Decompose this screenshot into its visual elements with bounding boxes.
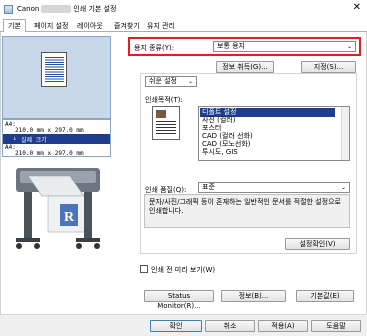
media-type-label: 용지 종류(Y): bbox=[134, 44, 175, 52]
print-quality-select[interactable]: 표준 ⌄ bbox=[198, 182, 350, 193]
scaling-arrow-icon: ↓ bbox=[13, 135, 17, 142]
redacted-model-name bbox=[41, 5, 72, 13]
document-thumbnail-icon bbox=[152, 106, 180, 140]
close-icon[interactable]: ✕ bbox=[353, 3, 361, 13]
get-info-button[interactable]: 정보 취득(G)... bbox=[216, 61, 274, 73]
status-monitor-button[interactable]: Status Monitor(R)... bbox=[144, 290, 214, 310]
svg-text:R: R bbox=[64, 210, 75, 225]
tab-maintenance[interactable]: 유지 관리 bbox=[143, 20, 179, 32]
media-type-select[interactable]: 보통 용지 ⌄ bbox=[213, 41, 356, 52]
paper-size-info: A4: 210.0 mm x 297.0 mm ↓ 실제 크기 A4: 210.… bbox=[2, 119, 111, 157]
printer-illustration: R bbox=[16, 168, 100, 249]
size-dimensions: 210.0 mm x 297.0 mm bbox=[15, 127, 84, 134]
printer-app-icon bbox=[4, 4, 13, 14]
media-type-value: 보통 용지 bbox=[217, 42, 245, 50]
media-settings-button[interactable]: 지정(S)... bbox=[301, 61, 356, 73]
list-item[interactable]: 투시도, GIS bbox=[202, 148, 238, 157]
ok-button[interactable]: 확인 bbox=[150, 320, 202, 332]
print-target-label: 인쇄목적(T): bbox=[145, 96, 183, 104]
preview-checkbox[interactable] bbox=[140, 265, 148, 273]
paper-preview-icon bbox=[41, 52, 67, 87]
preview-checkbox-label: 인쇄 전 미리 보기(W) bbox=[151, 266, 216, 274]
apply-button[interactable]: 적용(A) bbox=[258, 320, 308, 332]
mode-select[interactable]: 쉬운 설정 ⌄ bbox=[145, 76, 197, 87]
chevron-down-icon: ⌄ bbox=[187, 78, 193, 85]
scaling-label: 실제 크기 bbox=[21, 137, 47, 144]
scaling-row: ↓ 실제 크기 bbox=[3, 134, 110, 144]
defaults-button[interactable]: 기본값(E) bbox=[296, 290, 354, 302]
window-title: 인쇄 기본 설정 bbox=[73, 5, 117, 13]
dialog-button-bar: 확인 취소 적용(A) 도움말 bbox=[0, 314, 367, 336]
info-button[interactable]: 정보(B)... bbox=[221, 290, 286, 302]
tab-strip: 기본 페이지 설정 레이아웃 즐겨찾기 유지 관리 bbox=[0, 19, 367, 33]
print-quality-value: 표준 bbox=[202, 183, 215, 191]
tab-favorites[interactable]: 즐겨찾기 bbox=[110, 20, 144, 32]
settings-check-button[interactable]: 설정확인(V) bbox=[285, 238, 350, 250]
output-size-dimensions: 210.0 mm x 297.0 mm bbox=[15, 150, 84, 157]
cancel-button[interactable]: 취소 bbox=[205, 320, 255, 332]
list-scrollbar[interactable] bbox=[341, 107, 349, 160]
title-bar: Canon 인쇄 기본 설정 ✕ bbox=[0, 0, 367, 18]
mode-value: 쉬운 설정 bbox=[149, 77, 177, 85]
help-button[interactable]: 도움말 bbox=[311, 320, 361, 332]
tab-page-setup[interactable]: 페이지 설정 bbox=[30, 20, 72, 32]
tab-basic[interactable]: 기본 bbox=[3, 19, 26, 33]
chevron-down-icon: ⌄ bbox=[346, 43, 352, 50]
page-preview bbox=[2, 36, 111, 119]
window-title-brand: Canon bbox=[17, 5, 40, 13]
chevron-down-icon: ⌄ bbox=[340, 184, 346, 191]
tab-layout[interactable]: 레이아웃 bbox=[73, 20, 107, 32]
description-text: 문자/사진/그래픽 등이 혼재하는 일반적인 문서를 적절한 설정으로 인쇄합니… bbox=[144, 194, 350, 228]
print-target-list[interactable]: 디폴트 설정 사진 (컬러) 포스터 CAD (컬러 선화) CAD (모노선화… bbox=[198, 106, 350, 161]
